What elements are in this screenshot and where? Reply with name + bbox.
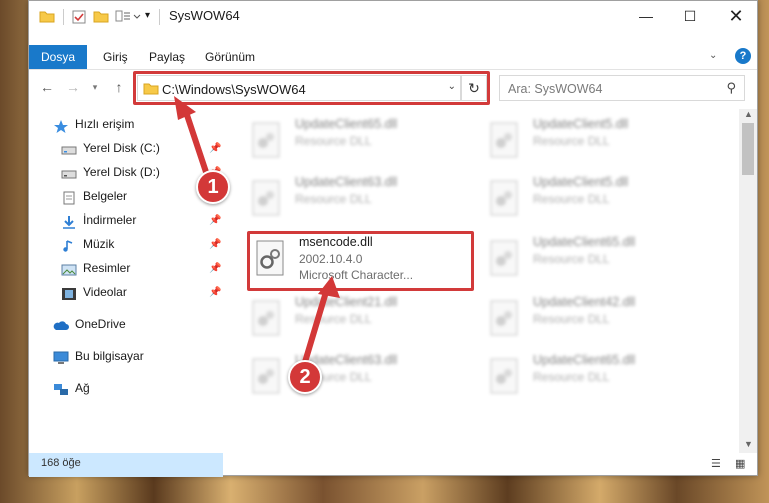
- step-marker-2: 2: [288, 360, 322, 394]
- annotation-arrows: [174, 96, 340, 375]
- step-marker-1: 1: [196, 170, 230, 204]
